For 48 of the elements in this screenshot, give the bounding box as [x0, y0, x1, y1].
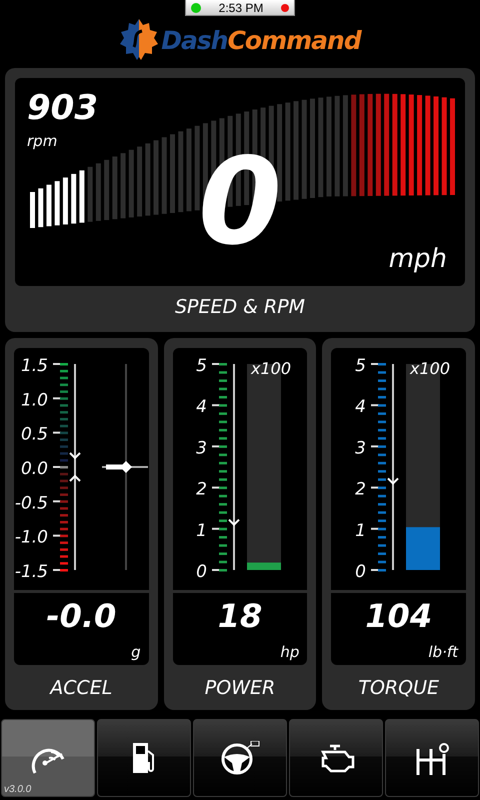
nav-tab[interactable]: [193, 719, 287, 797]
scale-label: -1.0: [15, 528, 48, 548]
gauge-label: ACCEL: [50, 677, 112, 699]
gauge-label: POWER: [204, 677, 276, 699]
speed-unit: mph: [388, 244, 447, 274]
status-light-icon: [280, 4, 289, 12]
scale-label: 3: [354, 438, 366, 458]
nav-tab[interactable]: v3.0.0: [1, 719, 95, 797]
version-label: v3.0.0: [4, 784, 32, 795]
rpm-unit: rpm: [27, 132, 58, 150]
status-light-icon: [191, 2, 201, 12]
scale-label: 2: [196, 480, 207, 500]
gear-shifter-icon: [415, 741, 449, 775]
gauge-unit: g: [131, 643, 141, 661]
scale-label: 0: [354, 562, 366, 582]
scale-label: 3: [196, 438, 207, 458]
scale-label: 1.0: [21, 390, 48, 410]
scale-label: -1.5: [15, 562, 48, 582]
scale-label: 1: [196, 520, 207, 541]
steering-wheel-icon: [220, 741, 260, 775]
nav-tab[interactable]: [289, 719, 383, 797]
panel-label: SPEED & RPM: [174, 296, 306, 318]
multiplier-label: x100: [410, 359, 450, 378]
scale-label: 1: [354, 520, 366, 541]
gauge-value: 18: [218, 597, 262, 635]
rpm-value: 903: [27, 88, 98, 128]
scale-label: 4: [196, 397, 207, 418]
gauge-label: TORQUE: [358, 677, 439, 699]
scale-label: 0.0: [21, 459, 48, 479]
gauge-value: 104: [365, 597, 432, 635]
scale-label: 4: [354, 397, 366, 418]
scale-label: 1.5: [21, 356, 48, 376]
multiplier-label: x100: [251, 359, 291, 378]
scale-label: 5: [196, 356, 207, 376]
scale-label: 0.5: [21, 424, 48, 445]
gauge-unit: lb·ft: [428, 643, 458, 661]
clock-time: 2:53 PM: [218, 0, 264, 14]
scale-label: 2: [354, 480, 366, 500]
scale-label: 5: [354, 356, 366, 376]
nav-tab[interactable]: [97, 719, 191, 797]
lateral-marker: [102, 461, 148, 473]
scale-label: -0.5: [15, 493, 48, 514]
scale-label: 0: [196, 562, 207, 582]
gauge-unit: hp: [280, 643, 300, 661]
app-logo-text: DashCommand: [161, 26, 361, 54]
gauge-value: -0.0: [46, 597, 116, 635]
speed-value: 0: [198, 138, 282, 268]
nav-tab[interactable]: [385, 719, 479, 797]
